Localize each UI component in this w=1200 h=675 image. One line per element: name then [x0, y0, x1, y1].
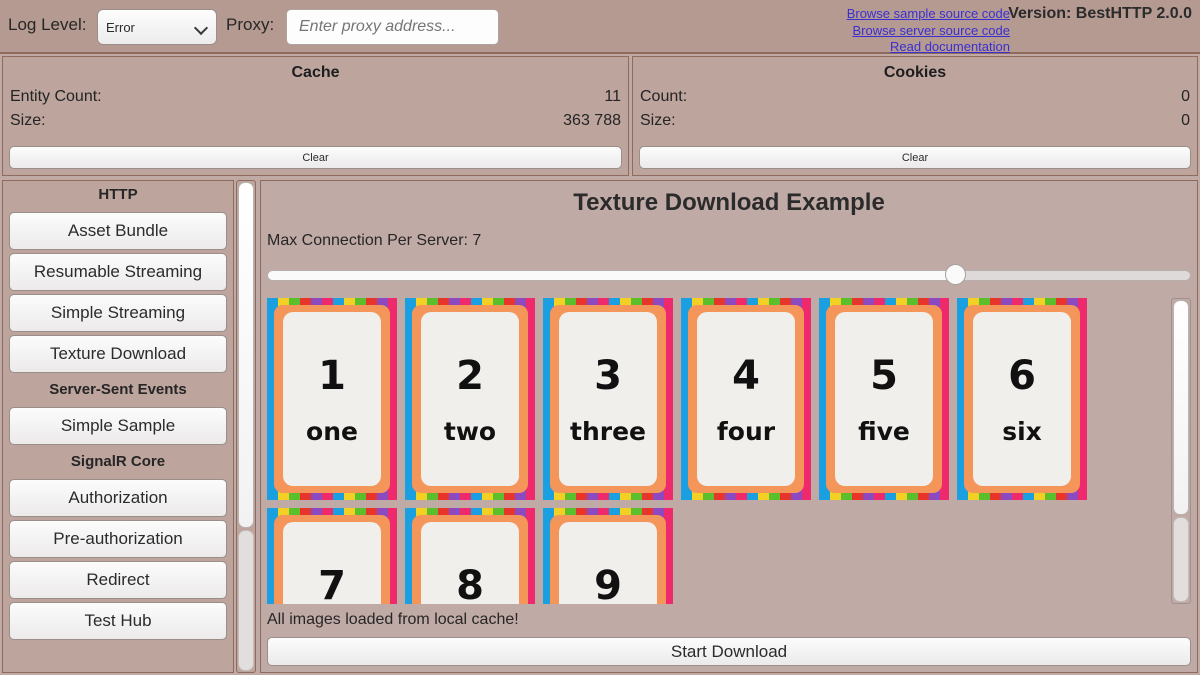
card-face: 5 five — [835, 312, 933, 486]
card-number: 8 — [456, 562, 484, 605]
texture-card: 8eight — [405, 508, 535, 604]
proxy-label: Proxy: — [226, 15, 275, 34]
card-word: five — [858, 416, 910, 446]
cache-entity-count-row: Entity Count: 11 — [3, 88, 628, 106]
page-title: Texture Download Example — [573, 189, 885, 216]
version-label: Version: BestHTTP 2.0.0 — [1008, 5, 1192, 22]
card-face: 4 four — [697, 312, 795, 486]
card-word: two — [443, 416, 497, 446]
cookies-title: Cookies — [883, 64, 947, 81]
texture-grid-scrollbar[interactable] — [1171, 298, 1191, 604]
cache-entity-count-label: Entity Count: — [10, 88, 102, 105]
texture-card: 1 one — [267, 298, 397, 500]
cookies-size-row: Size: 0 — [633, 112, 1197, 130]
cookies-panel: Cookies Count: 0 Size: 0 Clear — [632, 56, 1198, 176]
sidebar-item-asset-bundle[interactable]: Asset Bundle — [9, 212, 227, 250]
sidebar-scrollbar-track[interactable] — [238, 530, 254, 671]
card-face: 9nine — [559, 522, 657, 604]
source-links: Browse sample source code Browse server … — [847, 6, 1010, 56]
start-download-button[interactable]: Start Download — [267, 637, 1191, 666]
card-number: 6 — [1008, 352, 1036, 399]
cache-title: Cache — [291, 64, 340, 81]
sidebar-item-pre-authorization[interactable]: Pre-authorization — [9, 520, 227, 558]
sample-list-sidebar: HTTP Asset Bundle Resumable Streaming Simpl… — [2, 180, 234, 673]
card-face: 6 six — [973, 312, 1071, 486]
cookies-count-value: 0 — [1181, 88, 1190, 105]
card-word: four — [716, 416, 776, 446]
browse-server-source-link[interactable]: Browse server source code — [847, 23, 1010, 40]
cookies-count-label: Count: — [640, 88, 688, 105]
app-window: Log Level: Error Proxy: Browse sample so… — [0, 0, 1200, 675]
cache-size-label: Size: — [10, 112, 46, 129]
texture-card: 3 three — [543, 298, 673, 500]
card-face: 7seven — [283, 522, 381, 604]
card-number: 7 — [318, 562, 346, 605]
texture-card: 6 six — [957, 298, 1087, 500]
card-face: 3 three — [559, 312, 657, 486]
proxy-input[interactable] — [286, 9, 499, 45]
sidebar-section-heading: Server-Sent Events — [49, 381, 187, 398]
texture-grid-viewport: 1 one 2 two 3 three 4 four 5 five 6 six 7seven 8eight… — [267, 298, 1170, 604]
max-connection-slider[interactable] — [267, 264, 1191, 286]
card-number: 9 — [594, 562, 622, 605]
sidebar-scrollbar[interactable] — [236, 180, 256, 673]
card-word: one — [306, 416, 358, 446]
card-face: 2 two — [421, 312, 519, 486]
cache-clear-button[interactable]: Clear — [9, 146, 622, 169]
card-word: six — [1002, 416, 1042, 446]
cookies-size-value: 0 — [1181, 112, 1190, 129]
card-face: 8eight — [421, 522, 519, 604]
read-documentation-link[interactable]: Read documentation — [847, 39, 1010, 56]
texture-card: 7seven — [267, 508, 397, 604]
slider-fill — [267, 270, 956, 281]
card-number: 2 — [456, 352, 484, 399]
cookies-count-row: Count: 0 — [633, 88, 1197, 106]
cache-size-row: Size: 363 788 — [3, 112, 628, 130]
card-face: 1 one — [283, 312, 381, 486]
sidebar-item-test-hub[interactable]: Test Hub — [9, 602, 227, 640]
log-level-label: Log Level: — [8, 15, 87, 34]
sidebar-item-redirect[interactable]: Redirect — [9, 561, 227, 599]
sidebar-item-texture-download[interactable]: Texture Download — [9, 335, 227, 373]
sidebar-item-authorization[interactable]: Authorization — [9, 479, 227, 517]
card-word: three — [570, 416, 646, 446]
cookies-clear-button[interactable]: Clear — [639, 146, 1191, 169]
top-toolbar: Log Level: Error Proxy: Browse sample so… — [0, 0, 1200, 54]
status-text: All images loaded from local cache! — [267, 611, 519, 628]
card-number: 3 — [594, 352, 622, 399]
texture-grid: 1 one 2 two 3 three 4 four 5 five 6 six 7seven 8eight… — [267, 298, 1170, 604]
log-level-dropdown[interactable]: Error — [97, 9, 217, 45]
texture-card: 5 five — [819, 298, 949, 500]
texture-card: 9nine — [543, 508, 673, 604]
texture-grid-scrollbar-track[interactable] — [1173, 517, 1189, 602]
chevron-down-icon — [195, 21, 208, 34]
card-number: 5 — [870, 352, 898, 399]
sidebar-section-heading: SignalR Core — [70, 453, 166, 470]
card-number: 4 — [732, 352, 760, 399]
texture-grid-scrollbar-thumb[interactable] — [1173, 300, 1189, 515]
sidebar-scrollbar-thumb[interactable] — [238, 182, 254, 528]
sidebar-item-simple-streaming[interactable]: Simple Streaming — [9, 294, 227, 332]
texture-card: 4 four — [681, 298, 811, 500]
sidebar-section-heading: HTTP — [98, 186, 138, 203]
cache-entity-count-value: 11 — [604, 88, 621, 105]
texture-card: 2 two — [405, 298, 535, 500]
max-connection-label: Max Connection Per Server: 7 — [267, 232, 482, 249]
cookies-size-label: Size: — [640, 112, 676, 129]
main-content-panel: Texture Download Example Max Connection … — [260, 180, 1198, 673]
sidebar-item-resumable-streaming[interactable]: Resumable Streaming — [9, 253, 227, 291]
card-number: 1 — [318, 352, 346, 399]
slider-handle[interactable] — [945, 264, 967, 285]
browse-sample-source-link[interactable]: Browse sample source code — [847, 6, 1010, 23]
cache-size-value: 363 788 — [563, 112, 621, 129]
sidebar-item-simple-sample[interactable]: Simple Sample — [9, 407, 227, 445]
cache-panel: Cache Entity Count: 11 Size: 363 788 Cle… — [2, 56, 629, 176]
log-level-selected-value: Error — [106, 19, 135, 35]
